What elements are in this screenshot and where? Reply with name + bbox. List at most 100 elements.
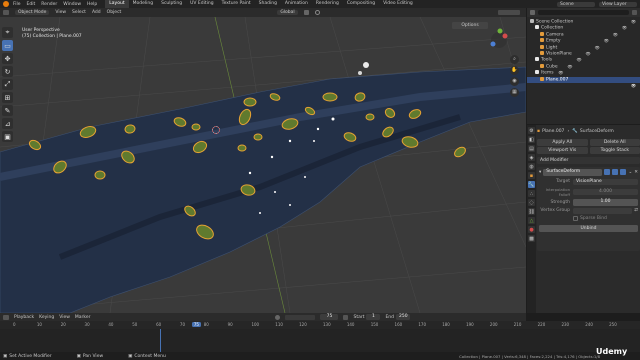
constraints-tab-icon[interactable]: ⛓ [528, 208, 535, 215]
menu-object[interactable]: Object [107, 10, 122, 15]
tab-rendering[interactable]: Rendering [312, 0, 343, 8]
timeline-frame-ruler[interactable]: 0 10 20 30 40 50 60 70 75 80 90 100 110 120 130 140 150 1… [0, 321, 640, 329]
add-cube-tool-icon[interactable]: ▣ [2, 131, 13, 142]
mode-selector[interactable]: Object Mode [15, 10, 50, 15]
filter-icon[interactable] [632, 10, 637, 15]
select-box-tool-icon[interactable]: ▭ [2, 40, 13, 51]
annotate-tool-icon[interactable]: ✎ [2, 105, 13, 116]
timeline-editor-icon[interactable] [3, 314, 9, 320]
menu-edit[interactable]: Edit [27, 2, 36, 7]
target-field[interactable]: VisionPlane [573, 178, 638, 185]
editor-type-icon[interactable] [3, 10, 9, 15]
tab-video-editing[interactable]: Video Editing [379, 0, 417, 8]
start-frame-field[interactable]: 1 [366, 313, 381, 321]
menu-help[interactable]: Help [87, 2, 97, 7]
visibility-eye-icon[interactable]: 👁 [586, 51, 591, 57]
tab-compositing[interactable]: Compositing [343, 0, 379, 8]
menu-window[interactable]: Window [63, 2, 81, 7]
record-icon[interactable] [275, 314, 281, 320]
3d-viewport[interactable]: ⌖ ▭ ✥ ↻ ⤢ ⊞ ✎ ⊿ ▣ User Perspective (75) … [0, 17, 526, 313]
tab-layout[interactable]: Layout [105, 0, 129, 8]
camera-view-icon[interactable]: ◉ [510, 77, 519, 86]
strength-field[interactable]: 1.00 [573, 199, 638, 206]
visibility-eye-icon[interactable]: 👁 [631, 19, 636, 25]
visibility-eye-icon[interactable]: 👁 [613, 32, 618, 38]
viewport-vis-button[interactable]: Viewport Vis [537, 147, 588, 154]
delete-all-button[interactable]: Delete All [589, 139, 640, 146]
scene-selector[interactable]: Scene [557, 1, 595, 7]
options-button[interactable]: Options [452, 22, 488, 29]
modifier-tab-icon[interactable]: 🔧 [528, 181, 535, 188]
scale-tool-icon[interactable]: ⤢ [2, 79, 13, 90]
apply-all-button[interactable]: Apply All [537, 139, 588, 146]
preview-range-icon[interactable] [343, 314, 349, 320]
current-frame-field[interactable]: 75 [320, 313, 339, 321]
pan-icon[interactable]: ✋ [510, 66, 519, 75]
visibility-eye-icon[interactable]: 👁 [622, 25, 627, 31]
navigation-gizmo[interactable] [490, 28, 508, 49]
proportional-icon[interactable] [314, 10, 320, 15]
visibility-eye-icon[interactable]: 👁 [558, 70, 563, 76]
terrain-mesh[interactable] [0, 66, 526, 313]
rotate-tool-icon[interactable]: ↻ [2, 66, 13, 77]
menu-keying[interactable]: Keying [39, 315, 54, 320]
playhead-line[interactable] [160, 329, 161, 352]
menu-select[interactable]: Select [72, 10, 86, 15]
data-tab-icon[interactable]: △ [528, 217, 535, 224]
timeline-area[interactable] [0, 329, 640, 352]
invert-toggle-icon[interactable]: ⇄ [634, 208, 638, 213]
unbind-button[interactable]: Unbind [539, 225, 638, 232]
tab-animation[interactable]: Animation [281, 0, 312, 8]
current-frame-marker[interactable]: 75 [191, 322, 201, 327]
editmode-toggle-icon[interactable] [604, 169, 611, 176]
object-tab-icon[interactable]: ▪ [528, 172, 535, 179]
scene-tab-icon[interactable]: ◈ [528, 154, 535, 161]
vertex-group-field[interactable] [573, 207, 633, 214]
menu-playback[interactable]: Playback [14, 315, 34, 320]
menu-view[interactable]: View [55, 10, 66, 15]
collapse-arrow-icon[interactable]: ▾ [539, 170, 541, 175]
move-tool-icon[interactable]: ✥ [2, 53, 13, 64]
modifier-name-field[interactable]: SurfaceDeform [543, 169, 603, 176]
material-tab-icon[interactable]: ● [528, 226, 535, 233]
menu-timeline-view[interactable]: View [59, 315, 70, 320]
cursor-tool-icon[interactable]: ⌖ [2, 27, 13, 38]
visibility-eye-icon[interactable]: 👁 [595, 45, 600, 51]
visibility-eye-icon[interactable]: 👁 [604, 38, 609, 44]
end-frame-field[interactable]: 250 [396, 313, 411, 321]
menu-render[interactable]: Render [41, 2, 57, 7]
outliner-item[interactable]: Plane.007 👁 [527, 76, 640, 88]
outliner-type-icon[interactable] [530, 10, 535, 15]
visibility-eye-icon[interactable]: 👁 [576, 57, 581, 63]
view-layer-selector[interactable]: View Layer [599, 1, 637, 7]
menu-add[interactable]: Add [92, 10, 101, 15]
tab-sculpting[interactable]: Sculpting [157, 0, 186, 8]
tool-tab-icon[interactable]: ⚙ [528, 127, 535, 134]
tab-texture-paint[interactable]: Texture Paint [218, 0, 255, 8]
tab-modeling[interactable]: Modeling [129, 0, 157, 8]
render-tab-icon[interactable]: ◧ [528, 136, 535, 143]
add-modifier-button[interactable]: Add Modifier [537, 157, 640, 164]
render-toggle-icon[interactable] [620, 169, 627, 176]
remove-modifier-icon[interactable]: ✕ [634, 170, 638, 175]
menu-marker[interactable]: Marker [75, 315, 91, 320]
blender-logo-icon[interactable] [3, 1, 9, 7]
tab-shading[interactable]: Shading [255, 0, 281, 8]
sparse-bind-checkbox[interactable] [573, 216, 578, 221]
visibility-eye-icon[interactable]: 👁 [567, 64, 572, 70]
shading-modes-icon[interactable] [498, 10, 520, 15]
particles-tab-icon[interactable]: ∴ [528, 190, 535, 197]
zoom-icon[interactable]: ⌕ [510, 55, 519, 64]
visibility-eye-icon[interactable]: 👁 [631, 83, 636, 89]
playback-controls-icon[interactable] [285, 314, 316, 320]
tab-uv-editing[interactable]: UV Editing [186, 0, 217, 8]
toggle-stack-button[interactable]: Toggle Stack [589, 147, 640, 154]
interpolation-field[interactable]: 4.000 [573, 188, 638, 196]
physics-tab-icon[interactable]: ◌ [528, 199, 535, 206]
world-tab-icon[interactable]: ◍ [528, 163, 535, 170]
snap-icon[interactable] [303, 10, 309, 15]
orientation-selector[interactable]: Global [277, 10, 298, 15]
viewport-toggle-icon[interactable] [612, 169, 619, 176]
outliner-search-input[interactable] [538, 10, 629, 15]
measure-tool-icon[interactable]: ⊿ [2, 118, 13, 129]
